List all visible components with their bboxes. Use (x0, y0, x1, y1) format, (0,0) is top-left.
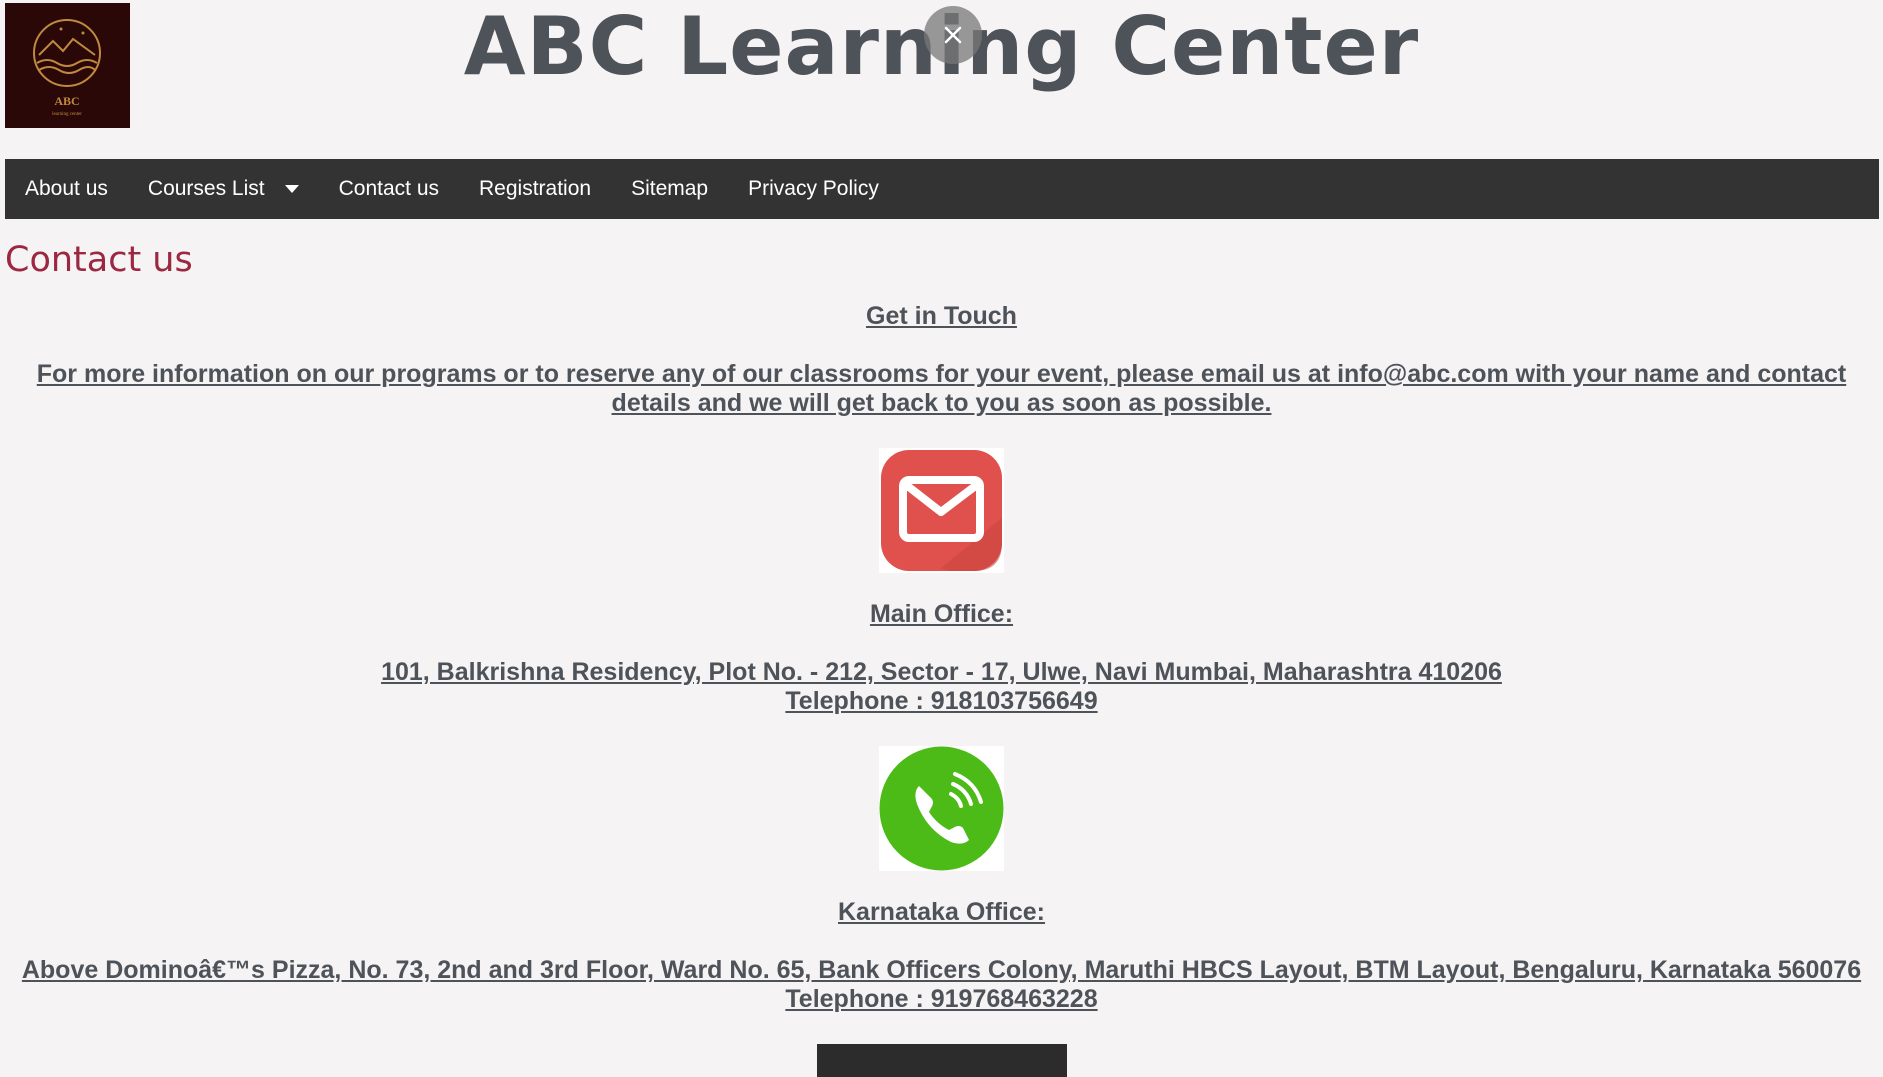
email-icon-link[interactable] (879, 448, 1004, 573)
email-icon (879, 448, 1004, 573)
nav-item-contact-us[interactable]: Contact us (319, 159, 459, 219)
info-text-line-1[interactable]: For more information on our programs or … (37, 360, 1847, 388)
phone-icon (879, 746, 1004, 871)
nav-item-registration[interactable]: Registration (459, 159, 611, 219)
logo-text: ABC (54, 94, 79, 108)
get-in-touch-link[interactable]: Get in Touch (866, 302, 1017, 330)
close-button[interactable] (924, 6, 982, 64)
karnataka-office-phone[interactable]: Telephone : 919768463228 (785, 985, 1097, 1013)
main-office-phone[interactable]: Telephone : 918103756649 (785, 687, 1097, 715)
chevron-down-icon[interactable] (284, 185, 299, 193)
phone-icon-link[interactable] (879, 746, 1004, 871)
nav-item-privacy-policy[interactable]: Privacy Policy (728, 159, 899, 219)
nav-item-about-us[interactable]: About us (5, 159, 128, 219)
karnataka-office-title[interactable]: Karnataka Office: (838, 898, 1045, 926)
contact-content: Get in Touch For more information on our… (0, 302, 1883, 1077)
close-icon (944, 26, 962, 44)
nav-item-courses-list[interactable]: Courses List (128, 159, 265, 219)
page: ABC learning center ABC Learning Center … (0, 0, 1883, 1077)
page-title: Contact us (5, 240, 193, 280)
main-nav: About us Courses List Contact us Registr… (5, 159, 1879, 219)
partial-image (816, 1044, 1067, 1077)
info-text-line-2[interactable]: details and we will get back to you as s… (612, 389, 1272, 417)
logo-subtext: learning center (52, 112, 82, 117)
karnataka-office-address[interactable]: Above Dominoâ€™s Pizza, No. 73, 2nd and … (22, 956, 1861, 984)
main-office-title[interactable]: Main Office: (870, 600, 1013, 628)
nav-item-sitemap[interactable]: Sitemap (611, 159, 728, 219)
main-office-address[interactable]: 101, Balkrishna Residency, Plot No. - 21… (381, 658, 1502, 686)
